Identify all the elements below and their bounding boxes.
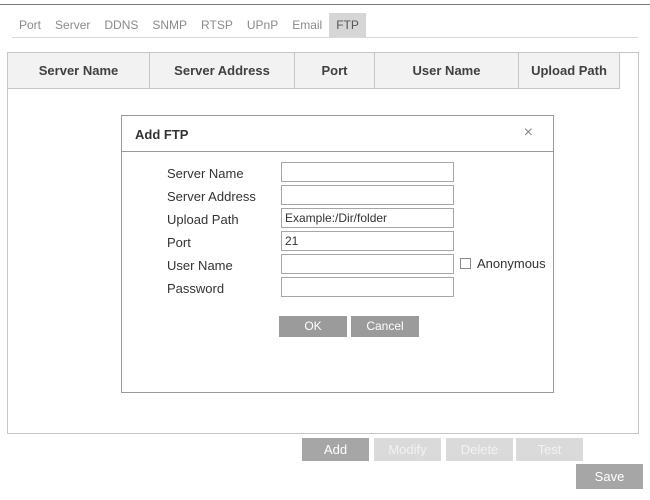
port-input[interactable] (281, 231, 454, 251)
column-header-upload-path[interactable]: Upload Path (519, 53, 620, 88)
tab-server[interactable]: Server (48, 13, 97, 37)
cancel-button[interactable]: Cancel (351, 316, 419, 337)
tab-port[interactable]: Port (12, 13, 48, 37)
column-header-server-name[interactable]: Server Name (8, 53, 150, 88)
server-address-label: Server Address (167, 189, 256, 204)
password-label: Password (167, 281, 225, 296)
tab-email[interactable]: Email (285, 13, 329, 37)
column-header-user-name[interactable]: User Name (375, 53, 519, 88)
tab-ftp[interactable]: FTP (329, 13, 366, 37)
tab-snmp[interactable]: SNMP (145, 13, 194, 37)
delete-button[interactable]: Delete (446, 438, 513, 461)
column-header-server-address[interactable]: Server Address (150, 53, 295, 88)
close-icon[interactable]: × (524, 124, 533, 142)
add-button[interactable]: Add (302, 438, 369, 461)
upload-path-label: Upload Path (167, 212, 239, 227)
save-button[interactable]: Save (576, 464, 643, 489)
password-input[interactable] (281, 277, 454, 297)
user-name-label: User Name (167, 258, 233, 273)
server-address-input[interactable] (281, 185, 454, 205)
modify-button[interactable]: Modify (374, 438, 441, 461)
dialog-header: Add FTP × (122, 116, 553, 152)
upload-path-input[interactable] (281, 208, 454, 228)
tab-bar: Port Server DDNS SNMP RTSP UPnP Email FT… (12, 13, 366, 37)
server-name-label: Server Name (167, 166, 244, 181)
test-button[interactable]: Test (516, 438, 583, 461)
server-name-input[interactable] (281, 162, 454, 182)
anonymous-checkbox[interactable] (460, 258, 471, 269)
dialog-title: Add FTP (135, 127, 189, 142)
top-divider (0, 4, 650, 5)
tab-ddns[interactable]: DDNS (97, 13, 145, 37)
anonymous-label: Anonymous (477, 256, 546, 271)
ok-button[interactable]: OK (279, 316, 347, 337)
tab-upnp[interactable]: UPnP (240, 13, 285, 37)
tab-rtsp[interactable]: RTSP (194, 13, 240, 37)
user-name-input[interactable] (281, 254, 454, 274)
port-label: Port (167, 235, 191, 250)
add-ftp-dialog: Add FTP × Server Name Server Address Upl… (121, 115, 554, 393)
tab-bar-underline (12, 37, 638, 38)
column-header-port[interactable]: Port (295, 53, 375, 88)
table-header: Server Name Server Address Port User Nam… (8, 53, 620, 89)
